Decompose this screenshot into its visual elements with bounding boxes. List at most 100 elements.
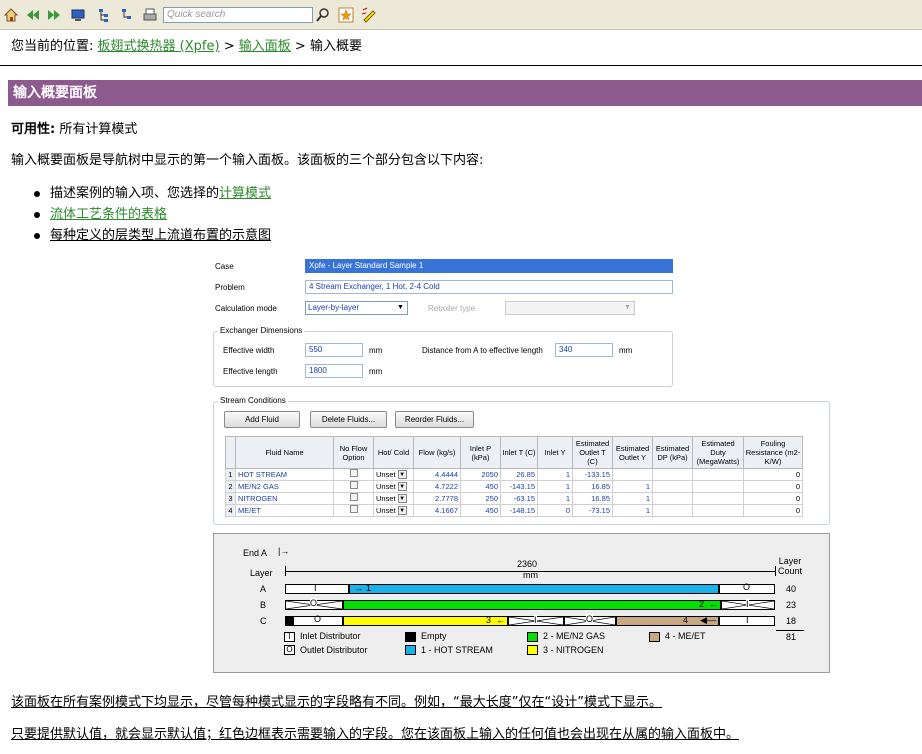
chevron-down-icon[interactable]: ▼ (397, 470, 407, 480)
hot-stream-swatch (405, 645, 416, 655)
flow-cell[interactable]: 4.1667 (413, 504, 461, 517)
table-row[interactable]: 3 NITROGEN Unset ▼ 2.7778 250 -63.15 1 16… (225, 492, 803, 505)
distance-field[interactable]: 340 (555, 343, 613, 357)
outlet-y-cell[interactable]: 1 (612, 492, 653, 505)
stream-conditions-title: Stream Conditions (218, 396, 288, 405)
legend-me-et: 4 - ME/ET (665, 631, 706, 641)
fluid-name-cell[interactable]: ME/ET (235, 504, 334, 517)
outlet-y-cell[interactable] (612, 468, 653, 481)
outlet-y-cell[interactable]: 1 (612, 480, 653, 493)
table-row[interactable]: 4 ME/ET Unset ▼ 4.1667 450 -148.15 0 -73.… (225, 504, 803, 517)
print-icon[interactable] (141, 6, 159, 23)
home-icon[interactable] (2, 6, 20, 23)
breadcrumb-prefix: 您当前的位置: (11, 39, 94, 54)
outlet-y-cell[interactable]: 1 (612, 504, 653, 517)
flow-cell[interactable]: 4.7222 (413, 480, 461, 493)
availability-label: 可用性: (11, 122, 56, 137)
effective-length-field[interactable]: 1800 (305, 364, 363, 378)
dp-cell[interactable] (652, 504, 693, 517)
outlet-t-cell[interactable]: 16.85 (572, 480, 613, 493)
total-divider (776, 630, 804, 631)
calculation-mode-select[interactable]: Layer-by-layer ▼ (305, 301, 408, 315)
stream-number: 2 (698, 599, 704, 609)
table-row[interactable]: 2 ME/N2 GAS Unset ▼ 4.7222 450 -143.15 1 … (225, 480, 803, 493)
hot-cold-cell[interactable]: Unset ▼ (373, 468, 414, 481)
outlet-t-cell[interactable]: -133.15 (572, 468, 613, 481)
tree-expand-icon[interactable] (95, 6, 113, 23)
inlet-y-cell[interactable]: 0 (537, 504, 573, 517)
table-row[interactable]: 1 HOT STREAM Unset ▼ 4.4444 2050 26.85 1 … (225, 468, 803, 481)
fluid-name-cell[interactable]: ME/N2 GAS (235, 480, 334, 493)
inlet-t-cell[interactable]: -63.15 (500, 492, 538, 505)
duty-cell[interactable] (692, 492, 744, 505)
monitor-icon[interactable] (69, 6, 87, 23)
inlet-t-cell[interactable]: -143.15 (500, 480, 538, 493)
fouling-cell[interactable]: 0 (743, 492, 803, 505)
no-flow-checkbox[interactable] (333, 480, 374, 493)
duty-cell[interactable] (692, 468, 744, 481)
search-input[interactable]: Quick search (163, 7, 313, 23)
inlet-t-cell[interactable]: -148.15 (500, 504, 538, 517)
inlet-t-cell[interactable]: 26.85 (500, 468, 538, 481)
duty-cell[interactable] (692, 480, 744, 493)
calculation-mode-link[interactable]: 计算模式 (219, 186, 271, 201)
chevron-down-icon[interactable]: ▼ (397, 482, 407, 492)
fouling-cell[interactable]: 0 (743, 468, 803, 481)
column-header: Estimated DP (kPa) (652, 436, 693, 469)
breadcrumb-link-xpfe[interactable]: 板翅式换热器 (Xpfe) (98, 39, 220, 54)
effective-width-field[interactable]: 550 (305, 343, 363, 357)
fouling-cell[interactable]: 0 (743, 504, 803, 517)
flow-cell[interactable]: 4.4444 (413, 468, 461, 481)
outlet-distributor: O (719, 582, 775, 594)
outlet-distributor: O (564, 614, 616, 626)
search-icon[interactable] (314, 6, 332, 23)
page-title: 输入概要面板 (8, 80, 922, 106)
inlet-y-cell[interactable]: 1 (537, 480, 573, 493)
dp-cell[interactable] (652, 480, 693, 493)
inlet-y-cell[interactable]: 1 (537, 468, 573, 481)
inlet-p-cell[interactable]: 2050 (460, 468, 501, 481)
no-flow-checkbox[interactable] (333, 492, 374, 505)
problem-field[interactable]: 4 Stream Exchanger, 1 Hot, 2-4 Cold (305, 280, 673, 294)
list-item: 流体工艺条件的表格 (32, 204, 271, 225)
outlet-t-cell[interactable]: -73.15 (572, 504, 613, 517)
fouling-cell[interactable]: 0 (743, 480, 803, 493)
hot-cold-cell[interactable]: Unset ▼ (373, 480, 414, 493)
duty-cell[interactable] (692, 504, 744, 517)
favorites-icon[interactable] (337, 6, 355, 23)
highlight-icon[interactable] (360, 6, 378, 23)
inlet-p-cell[interactable]: 450 (460, 504, 501, 517)
delete-fluids-button[interactable]: Delete Fluids... (310, 411, 387, 428)
inlet-distributor: I (285, 583, 349, 594)
dp-cell[interactable] (652, 492, 693, 505)
list-item: 每种定义的层类型上流道布置的示意图 (32, 225, 271, 246)
inlet-y-cell[interactable]: 1 (537, 492, 573, 505)
layer-count: 23 (786, 600, 797, 610)
reboiler-label: Reboiler type (428, 304, 476, 313)
add-fluid-button[interactable]: Add Fluid (224, 411, 300, 428)
reorder-fluids-button[interactable]: Reorder Fluids... (395, 411, 474, 428)
flow-cell[interactable]: 2.7778 (413, 492, 461, 505)
no-flow-checkbox[interactable] (333, 468, 374, 481)
outlet-t-cell[interactable]: 16.85 (572, 492, 613, 505)
chevron-down-icon[interactable]: ▼ (397, 494, 407, 504)
legend-outlet: Outlet Distributor (300, 645, 368, 655)
forward-icon[interactable] (46, 6, 64, 23)
table-header-row: Fluid Name No Flow Option Hot/ Cold Flow… (225, 436, 803, 469)
case-field[interactable]: Xpfe - Layer Standard Sample 1 (305, 259, 673, 273)
inlet-p-cell[interactable]: 450 (460, 480, 501, 493)
inlet-p-cell[interactable]: 250 (460, 492, 501, 505)
list-item-text: 描述案例的输入项、您选择的 (50, 186, 220, 201)
fluid-name-cell[interactable]: HOT STREAM (235, 468, 334, 481)
fluid-name-cell[interactable]: NITROGEN (235, 492, 334, 505)
hot-cold-cell[interactable]: Unset ▼ (373, 492, 414, 505)
reboiler-select[interactable]: ▼ (505, 301, 635, 315)
breadcrumb-link-input-panels[interactable]: 输入面板 (239, 39, 291, 54)
hot-cold-cell[interactable]: Unset ▼ (373, 504, 414, 517)
process-table-link[interactable]: 流体工艺条件的表格 (50, 207, 167, 222)
back-icon[interactable] (23, 6, 41, 23)
no-flow-checkbox[interactable] (333, 504, 374, 517)
dp-cell[interactable] (652, 468, 693, 481)
chevron-down-icon[interactable]: ▼ (397, 506, 407, 516)
tree-collapse-icon[interactable] (118, 6, 136, 23)
